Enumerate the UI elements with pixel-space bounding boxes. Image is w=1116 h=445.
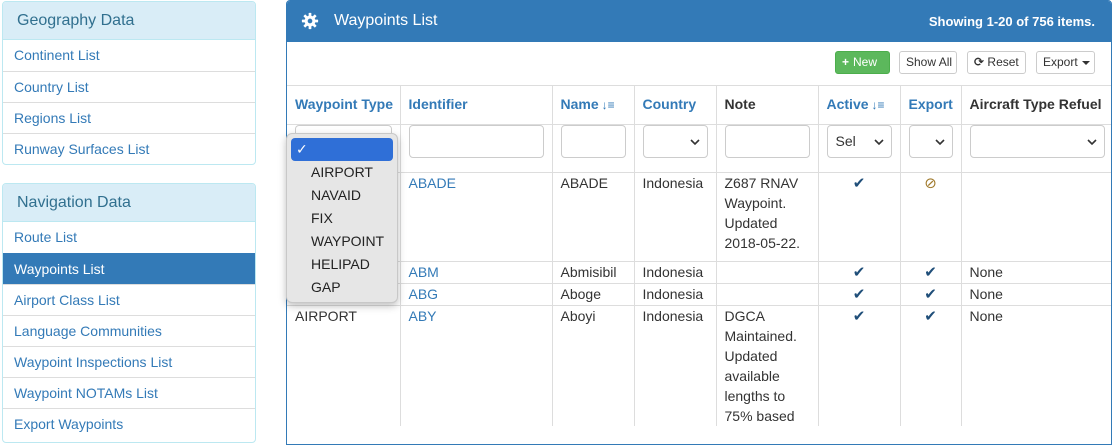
table-row: ABADE ABADE Indonesia Z687 RNAV Waypoint… — [287, 172, 1111, 262]
caret-down-icon — [1081, 60, 1090, 65]
pagination-summary: Showing 1-20 of 756 items. — [928, 14, 1095, 29]
identifier-link[interactable]: ABM — [409, 264, 439, 280]
sidebar-item-waypoints-list[interactable]: Waypoints List — [3, 253, 255, 284]
active-filter-select[interactable]: Sel — [826, 125, 892, 158]
waypoints-panel: Waypoints List Showing 1-20 of 756 items… — [286, 0, 1112, 445]
dropdown-option-fix[interactable]: FIX — [287, 207, 397, 230]
panel-header: Waypoints List Showing 1-20 of 756 items… — [287, 1, 1111, 42]
column-header-active[interactable]: Active ↓≡ — [817, 85, 900, 125]
page-title: Waypoints List — [334, 12, 438, 29]
cell-aircraft-type-refuel: None — [960, 261, 1111, 284]
checkmark-icon: ✓ — [296, 141, 308, 157]
sidebar-item-language-communities[interactable]: Language Communities — [3, 315, 255, 346]
sidebar-item-regions-list[interactable]: Regions List — [3, 102, 255, 133]
waypoint-type-dropdown-menu: ✓ AIRPORT NAVAID FIX WAYPOINT HELIPAD GA… — [286, 133, 398, 303]
country-filter-select[interactable] — [642, 125, 708, 158]
chevron-down-icon — [934, 139, 945, 146]
export-filter-select[interactable] — [908, 125, 953, 158]
cell-name: Aboyi — [551, 305, 634, 426]
navigation-panel: Navigation Data Route List Waypoints Lis… — [2, 183, 256, 443]
dropdown-option-blank[interactable]: ✓ — [291, 138, 393, 161]
identifier-filter-input[interactable] — [408, 125, 544, 158]
sidebar-item-country-list[interactable]: Country List — [3, 71, 255, 102]
column-header-name[interactable]: Name ↓≡ — [551, 85, 634, 125]
sidebar-item-runway-surfaces-list[interactable]: Runway Surfaces List — [3, 133, 255, 164]
column-header-note: Note — [715, 85, 818, 125]
show-all-button[interactable]: Show All — [899, 51, 957, 74]
check-icon: ✔ — [924, 264, 937, 281]
dropdown-option-airport[interactable]: AIRPORT — [287, 161, 397, 184]
check-icon: ✔ — [852, 286, 866, 303]
filter-row: Sel — [287, 124, 1111, 173]
check-icon: ✔ — [852, 308, 866, 325]
cell-country: Indonesia — [633, 283, 716, 306]
column-header-aircraft-type-refuel: Aircraft Type Refuel — [960, 85, 1111, 125]
geography-panel: Geography Data Continent List Country Li… — [2, 1, 256, 165]
identifier-link[interactable]: ABADE — [409, 175, 456, 191]
chevron-down-icon — [873, 139, 884, 146]
waypoints-table: Waypoint Type Identifier Name ↓≡ Country … — [287, 85, 1111, 426]
table-header-row: Waypoint Type Identifier Name ↓≡ Country … — [287, 85, 1111, 125]
ban-icon: ⊘ — [924, 175, 937, 192]
sidebar-item-export-waypoints[interactable]: Export Waypoints — [3, 408, 255, 439]
table-row: ABM Abmisibil Indonesia ✔ ✔ None — [287, 261, 1111, 284]
cell-country: Indonesia — [633, 172, 716, 262]
cell-waypoint-type: AIRPORT — [287, 305, 400, 426]
cell-aircraft-type-refuel: None — [960, 305, 1111, 426]
sort-asc-icon: ↓≡ — [601, 98, 615, 112]
refresh-icon: ⟳ — [974, 55, 985, 69]
gear-icon — [301, 12, 319, 30]
identifier-link[interactable]: ABY — [409, 308, 437, 324]
column-header-export[interactable]: Export — [899, 85, 961, 125]
table-row: AIRPORT ABG Aboge Indonesia ✔ ✔ None — [287, 283, 1111, 306]
check-icon: ✔ — [852, 175, 866, 192]
dropdown-option-gap[interactable]: GAP — [287, 276, 397, 299]
identifier-link[interactable]: ABG — [409, 286, 439, 302]
plus-icon: + — [842, 55, 850, 69]
chevron-down-icon — [689, 139, 700, 146]
sort-desc-icon: ↓≡ — [871, 98, 885, 112]
check-icon: ✔ — [924, 308, 937, 325]
name-filter-input[interactable] — [560, 125, 626, 158]
sidebar-item-route-list[interactable]: Route List — [3, 222, 255, 253]
sidebar-item-airport-class-list[interactable]: Airport Class List — [3, 284, 255, 315]
cell-name: Aboge — [551, 283, 634, 306]
cell-name: ABADE — [551, 172, 634, 262]
export-dropdown-button[interactable]: Export — [1036, 51, 1095, 74]
aircraft-type-refuel-filter-select[interactable] — [969, 125, 1105, 158]
column-header-waypoint-type[interactable]: Waypoint Type — [287, 85, 400, 125]
cell-country: Indonesia — [633, 305, 716, 426]
new-button[interactable]: + New — [835, 51, 890, 74]
cell-aircraft-type-refuel: None — [960, 283, 1111, 306]
column-header-country[interactable]: Country — [633, 85, 716, 125]
dropdown-option-navaid[interactable]: NAVAID — [287, 184, 397, 207]
cell-country: Indonesia — [633, 261, 716, 284]
dropdown-option-helipad[interactable]: HELIPAD — [287, 253, 397, 276]
cell-note — [715, 283, 818, 306]
sidebar-item-waypoint-notams-list[interactable]: Waypoint NOTAMs List — [3, 377, 255, 408]
column-header-identifier[interactable]: Identifier — [399, 85, 552, 125]
check-icon: ✔ — [852, 264, 866, 281]
table-row: AIRPORT ABY Aboyi Indonesia DGCA Maintai… — [287, 305, 1111, 426]
cell-aircraft-type-refuel — [960, 172, 1111, 262]
cell-note — [715, 261, 818, 284]
sidebar-item-waypoint-inspections-list[interactable]: Waypoint Inspections List — [3, 346, 255, 377]
chevron-down-icon — [1087, 139, 1097, 146]
geography-panel-title: Geography Data — [3, 2, 255, 40]
dropdown-option-waypoint[interactable]: WAYPOINT — [287, 230, 397, 253]
cell-name: Abmisibil — [551, 261, 634, 284]
navigation-panel-title: Navigation Data — [3, 184, 255, 222]
check-icon: ✔ — [924, 286, 937, 303]
sidebar-item-continent-list[interactable]: Continent List — [3, 40, 255, 71]
cell-note: Z687 RNAV Waypoint. Updated 2018-05-22. — [715, 172, 818, 262]
cell-note: DGCA Maintained. Updated available lengt… — [715, 305, 818, 426]
reset-button[interactable]: ⟳ Reset — [967, 51, 1026, 74]
note-filter-input[interactable] — [724, 125, 810, 158]
